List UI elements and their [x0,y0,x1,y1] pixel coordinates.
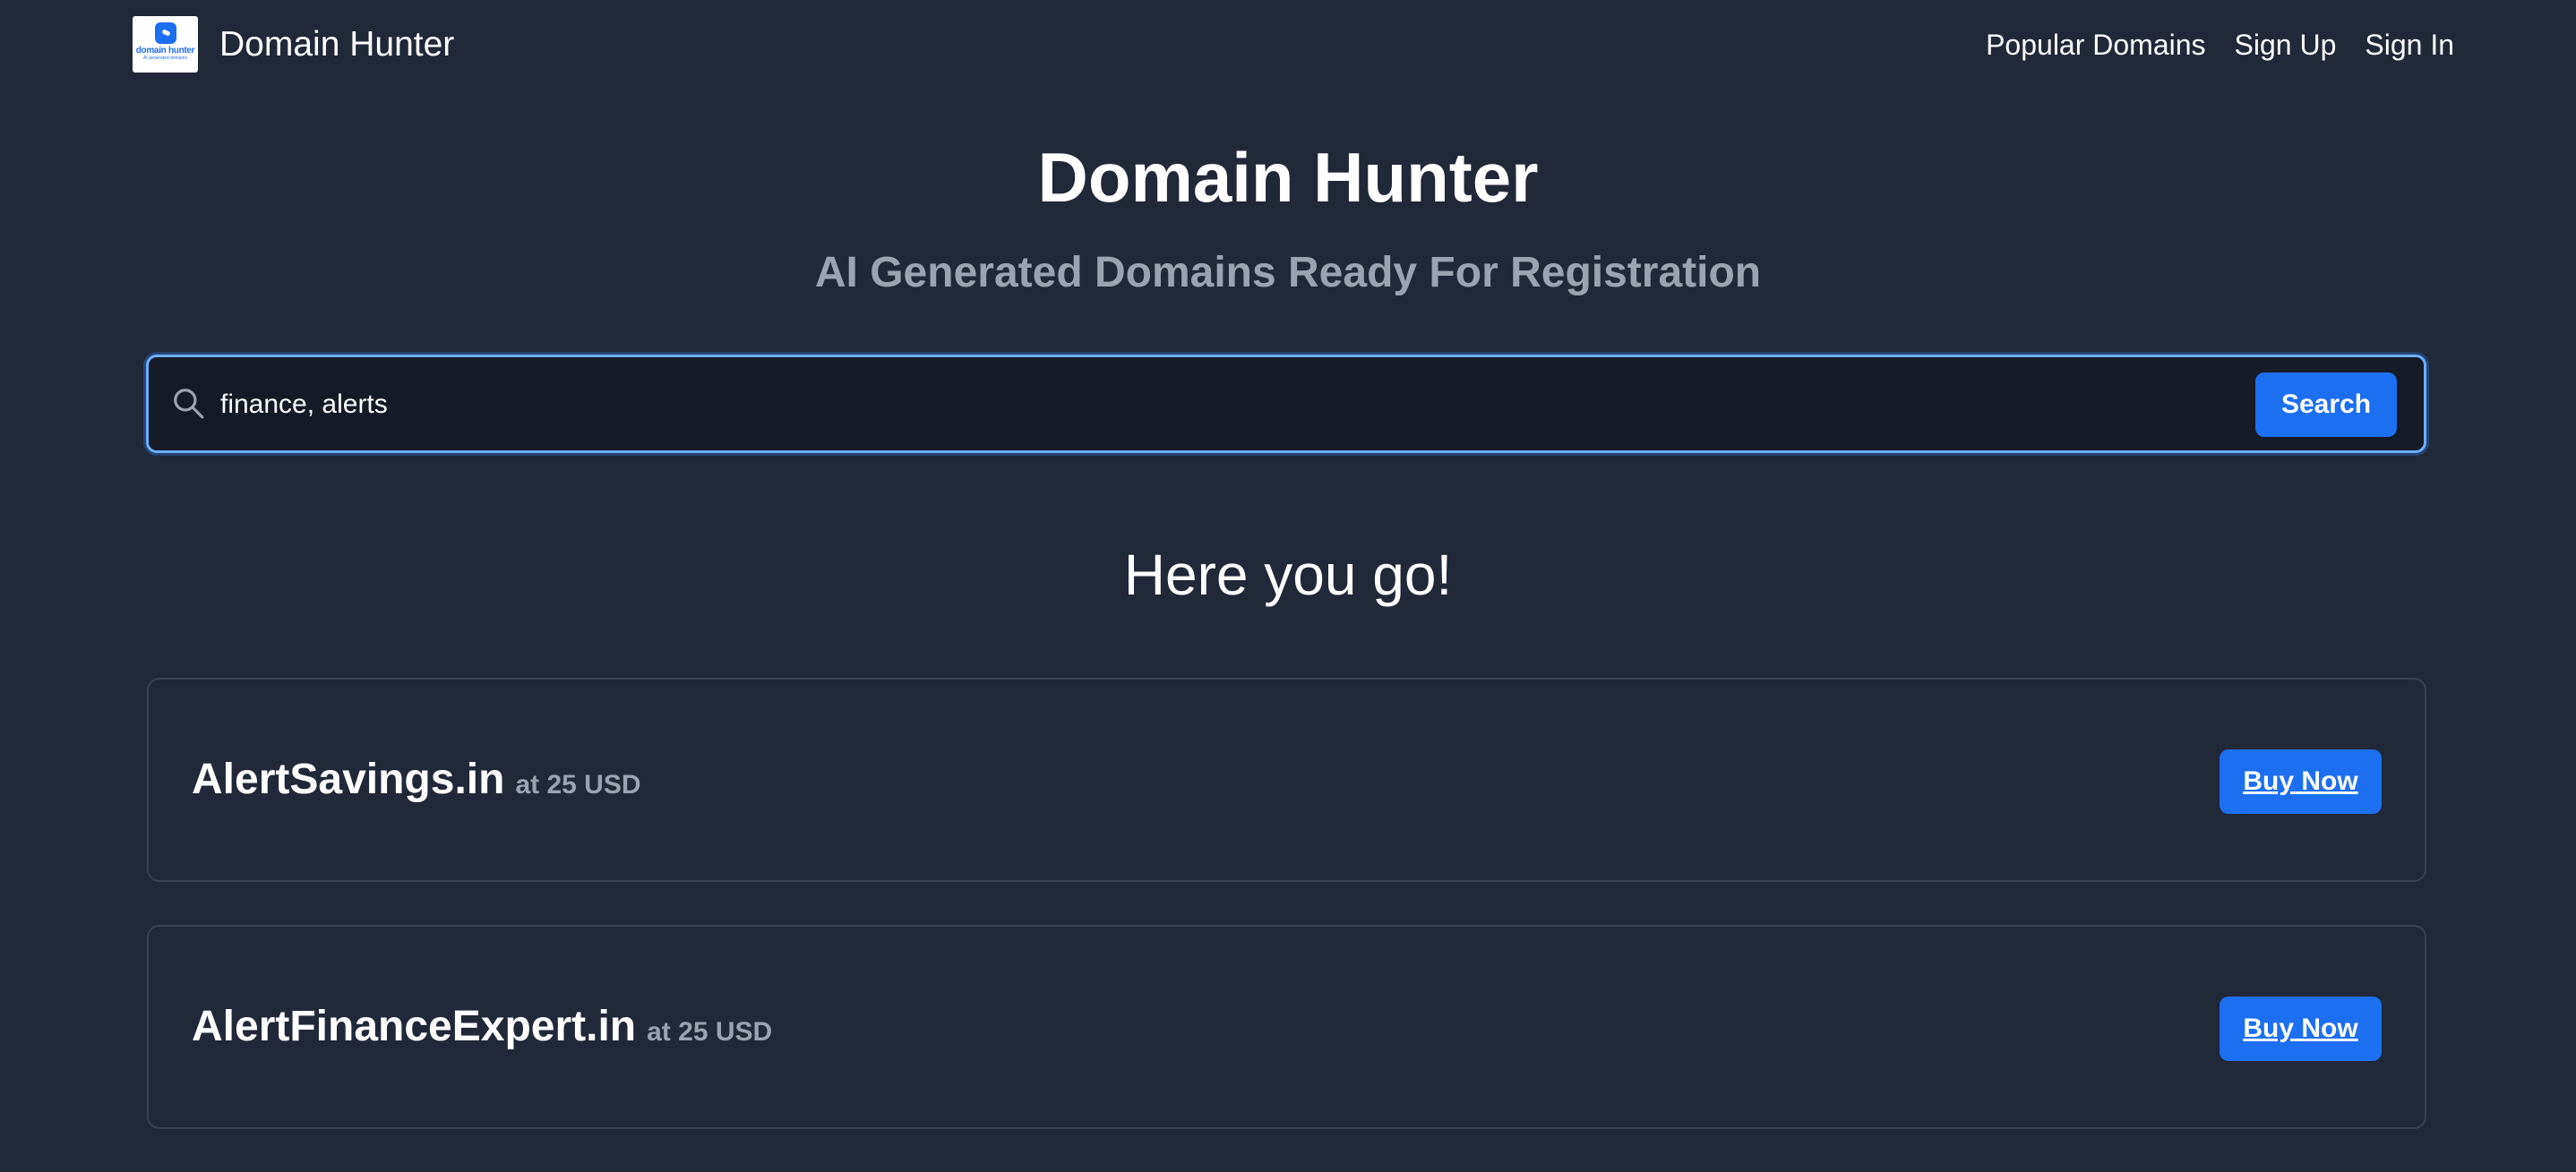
page-subtitle: AI Generated Domains Ready For Registrat… [814,249,1762,296]
nav-link-popular-domains[interactable]: Popular Domains [1986,23,2205,66]
buy-now-button[interactable]: Buy Now [2220,749,2382,814]
search-bar: Search [146,355,2426,453]
nav-links: Popular Domains Sign Up Sign In [1957,23,2454,66]
search-icon [174,389,204,419]
domain-name: AlertSavings.in [192,756,505,803]
results-heading: Here you go! [1123,543,1453,607]
navbar: domain hunter AI generated domains Domai… [0,0,2576,90]
brand-link[interactable]: domain hunter AI generated domains Domai… [133,16,454,73]
domain-line: AlertFinanceExpert.in at 25 USD [192,1000,772,1054]
results-list: AlertSavings.in at 25 USD Buy Now AlertF… [147,678,2426,1172]
logo: domain hunter AI generated domains [133,16,198,73]
domain-name: AlertFinanceExpert.in [192,1003,637,1050]
logo-text: domain hunter [135,46,195,56]
list-item: AlertSavings.in at 25 USD Buy Now [147,678,2426,882]
buy-now-button[interactable]: Buy Now [2220,997,2382,1061]
logo-badge-icon [154,22,176,44]
logo-subtext: AI generated domains [143,56,187,61]
nav-link-sign-in[interactable]: Sign In [2365,23,2454,66]
brand-name: Domain Hunter [219,25,455,64]
search-button[interactable]: Search [2255,372,2397,437]
domain-line: AlertSavings.in at 25 USD [192,753,641,807]
page-title: Domain Hunter [1037,138,1539,217]
nav-link-sign-up[interactable]: Sign Up [2235,23,2337,66]
domain-price: at 25 USD [647,1017,773,1047]
domain-price: at 25 USD [515,770,641,800]
list-item: AlertFinanceExpert.in at 25 USD Buy Now [147,925,2426,1129]
search-input[interactable] [220,375,2101,434]
